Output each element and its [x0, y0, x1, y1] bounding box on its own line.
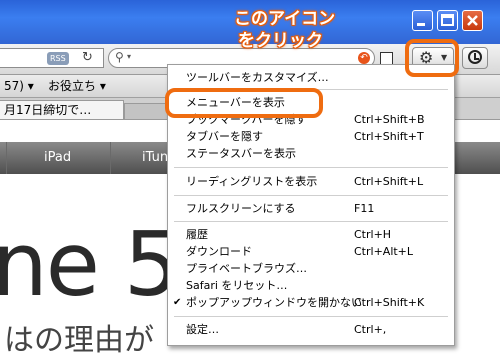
- nav-divider: [6, 142, 7, 174]
- menu-item-private-browsing[interactable]: プライベートブラウズ…: [186, 262, 356, 276]
- clock-hand-minute: [474, 58, 479, 60]
- menu-item-hide-tabbar[interactable]: タブバーを隠す: [186, 130, 356, 144]
- callout-line-2: をクリック: [238, 31, 323, 51]
- menu-item-history[interactable]: 履歴: [186, 228, 356, 242]
- menu-item-block-popups[interactable]: ポップアップウィンドウを開かない: [186, 296, 362, 310]
- bookmark-item[interactable]: 57) ▾: [4, 78, 34, 94]
- highlight-gear-button: [405, 39, 459, 77]
- reload-icon[interactable]: ↻: [82, 50, 93, 66]
- highlight-show-menubar: [165, 88, 323, 118]
- menu-item-customize-toolbar[interactable]: ツールバーをカスタマイズ…: [186, 71, 356, 85]
- menu-separator: [174, 221, 448, 222]
- menu-item-downloads[interactable]: ダウンロード: [186, 245, 356, 259]
- search-icon: ⚲: [115, 50, 124, 64]
- shortcut-label: Ctrl+,: [354, 323, 387, 336]
- minimize-button[interactable]: [412, 10, 433, 31]
- rss-badge[interactable]: RSS: [47, 52, 69, 65]
- menu-item-show-readinglist[interactable]: リーディングリストを表示: [186, 175, 356, 189]
- menu-item-reset-safari[interactable]: Safari をリセット…: [186, 279, 356, 293]
- maximize-icon: [441, 14, 454, 26]
- callout-line-1: このアイコン: [234, 9, 336, 29]
- instruction-callout: このアイコン をクリック: [234, 8, 335, 52]
- nav-item-itunes[interactable]: iTun: [142, 142, 168, 174]
- page-heading: ne 5: [0, 213, 180, 316]
- history-button[interactable]: [462, 47, 488, 69]
- bookmark-folder-favorites[interactable]: お役立ち ▾: [48, 78, 106, 94]
- browser-window: RSS ↻ ⚲ ▾ ↶ ⚙ ▼ 57) ▾ お役立ち ▾ 月17日締切で… iP…: [0, 0, 500, 356]
- minimize-icon: [417, 23, 425, 26]
- close-icon: [467, 15, 478, 26]
- menu-separator: [174, 167, 448, 168]
- nav-item-ipad[interactable]: iPad: [44, 142, 71, 174]
- menu-separator: [174, 195, 448, 196]
- clear-search-icon[interactable]: ↶: [358, 52, 370, 64]
- checkmark-icon: ✔: [173, 297, 182, 308]
- close-button[interactable]: [462, 10, 483, 31]
- nav-divider: [110, 142, 111, 174]
- page-subheading: はの理由が: [4, 323, 154, 358]
- maximize-button[interactable]: [437, 10, 458, 31]
- shortcut-label: F11: [354, 202, 375, 215]
- menu-item-show-statusbar[interactable]: ステータスバーを表示: [186, 147, 356, 161]
- shortcut-label: Ctrl+Shift+L: [354, 175, 424, 188]
- tab-inactive[interactable]: [124, 103, 168, 119]
- shortcut-label: Ctrl+Shift+K: [354, 296, 425, 309]
- shortcut-label: Ctrl+Alt+L: [354, 245, 414, 258]
- search-dropdown-icon[interactable]: ▾: [127, 52, 131, 61]
- menu-separator: [174, 316, 448, 317]
- shortcut-label: Ctrl+Shift+T: [354, 130, 424, 143]
- address-bar[interactable]: RSS ↻: [0, 48, 104, 68]
- shortcut-label: Ctrl+H: [354, 228, 392, 241]
- tab-active[interactable]: 月17日締切で…: [0, 100, 124, 119]
- menu-item-settings[interactable]: 設定…: [186, 323, 356, 337]
- menu-item-fullscreen[interactable]: フルスクリーンにする: [186, 202, 356, 216]
- shortcut-label: Ctrl+Shift+B: [354, 113, 425, 126]
